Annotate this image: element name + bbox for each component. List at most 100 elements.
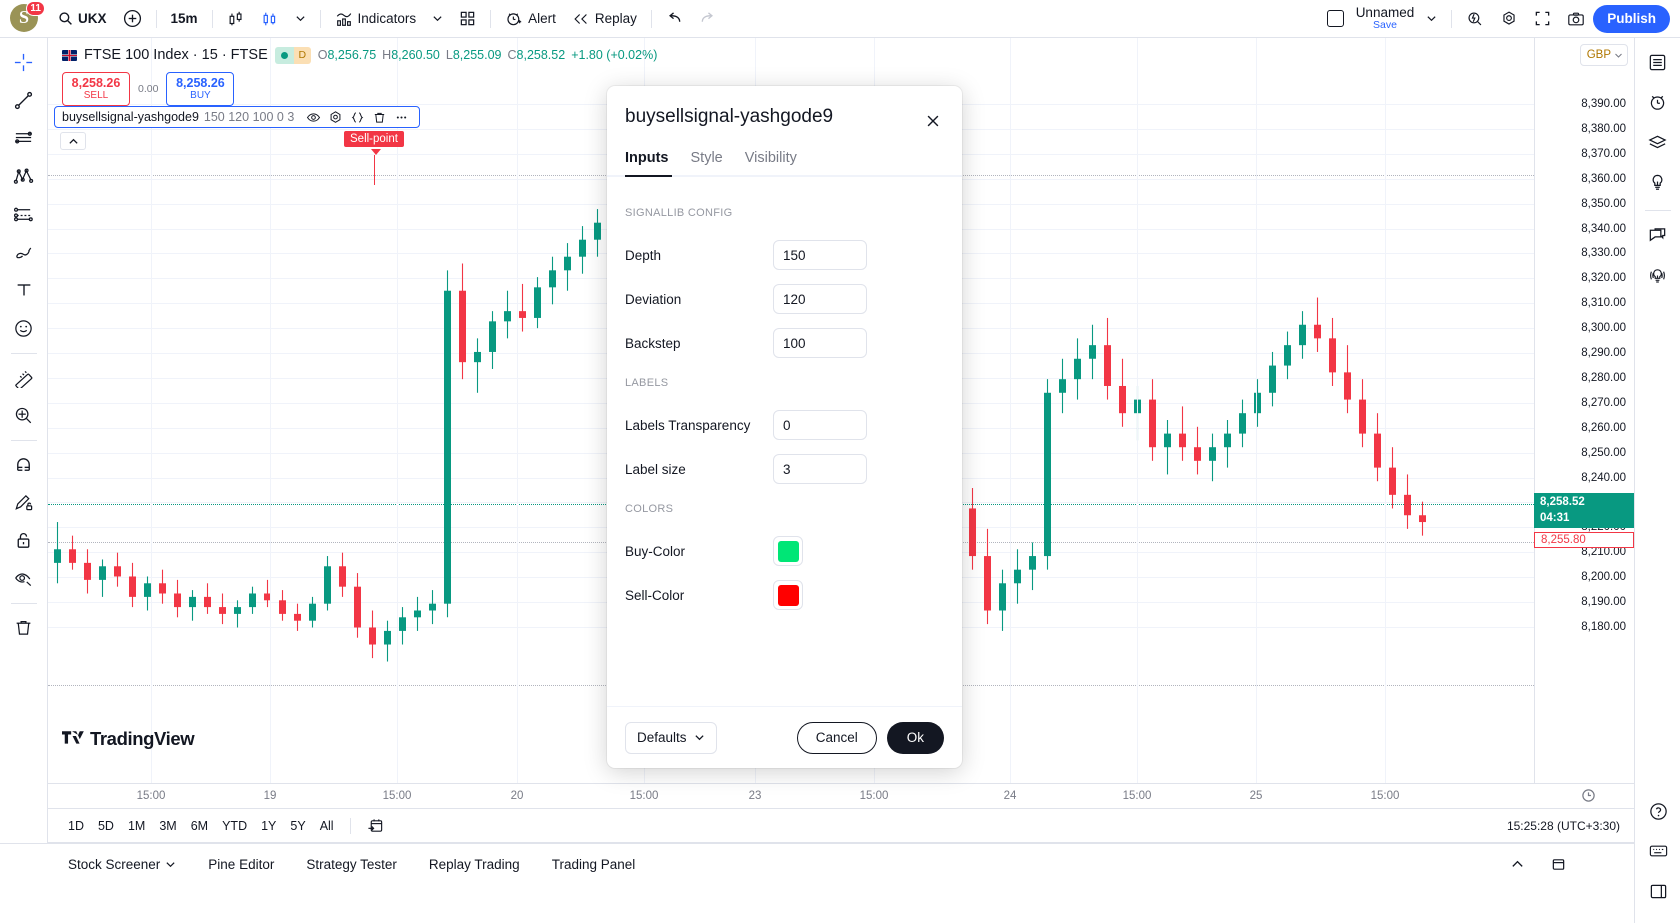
indicators-button[interactable]: Indicators: [327, 5, 425, 33]
sell-color-swatch-button[interactable]: [773, 580, 803, 610]
range-button-all[interactable]: All: [314, 816, 340, 836]
chart-type-button[interactable]: [219, 5, 253, 33]
left-tool-patterns[interactable]: [6, 158, 42, 194]
left-tool-magnet[interactable]: [6, 446, 42, 482]
ok-button[interactable]: Ok: [886, 721, 944, 754]
expand-panel-button[interactable]: [1640, 873, 1676, 909]
indicators-dropdown[interactable]: [424, 5, 451, 33]
bottom-tab-trading-panel[interactable]: Trading Panel: [542, 852, 646, 877]
buy-color-swatch-button[interactable]: [773, 536, 803, 566]
left-tool-trend-line[interactable]: [6, 82, 42, 118]
maximize-panel-icon: [1551, 857, 1566, 872]
bottom-tab-pine-editor[interactable]: Pine Editor: [198, 852, 284, 877]
range-button-5y[interactable]: 5Y: [284, 816, 311, 836]
currency-selector[interactable]: GBP: [1579, 44, 1628, 66]
sidebar-item-data-window[interactable]: [1640, 124, 1676, 160]
range-button-6m[interactable]: 6M: [185, 816, 214, 836]
close-button[interactable]: [920, 108, 946, 134]
eye-visibility-icon[interactable]: [302, 107, 324, 127]
cancel-button[interactable]: Cancel: [796, 721, 877, 754]
source-code-braces-icon[interactable]: [346, 107, 368, 127]
buy-button[interactable]: 8,258.26 BUY: [166, 72, 235, 106]
settings-target-icon[interactable]: [324, 107, 346, 127]
left-tool-drawing-mode[interactable]: [6, 484, 42, 520]
left-tool-text[interactable]: [6, 272, 42, 308]
price-scale[interactable]: GBP 8,390.00 8,380.00 8,370.00 8,360.00 8,35…: [1534, 38, 1634, 783]
left-tool-cursor[interactable]: [6, 44, 42, 80]
range-button-1y[interactable]: 1Y: [255, 816, 282, 836]
tab-style[interactable]: Style: [691, 150, 723, 175]
divider: [490, 9, 492, 28]
dialog-body: SIGNALLIB CONFIG Depth Deviation Backstep LA…: [607, 177, 962, 706]
left-tool-hide-drawings[interactable]: [6, 560, 42, 596]
symbol-search[interactable]: UKX: [50, 5, 115, 33]
go-to-date-button[interactable]: [361, 814, 390, 837]
label-size-input[interactable]: [773, 454, 867, 484]
indicator-templates-button[interactable]: [451, 5, 484, 33]
chart-name-save[interactable]: Unnamed Save: [1352, 5, 1419, 31]
timeframe-selector[interactable]: 15m: [163, 5, 206, 33]
left-tool-fibonacci[interactable]: [6, 120, 42, 156]
left-tool-remove-drawings[interactable]: [6, 609, 42, 645]
range-button-5d[interactable]: 5D: [92, 816, 120, 836]
left-tool-stickers[interactable]: [6, 310, 42, 346]
chart-type-dropdown[interactable]: [287, 5, 314, 33]
layout-button[interactable]: [1319, 5, 1352, 33]
depth-input[interactable]: [773, 240, 867, 270]
left-tool-measure[interactable]: [6, 359, 42, 395]
fullscreen-button[interactable]: [1526, 5, 1559, 33]
sidebar-item-help[interactable]: [1640, 793, 1676, 829]
bottom-tab-strategy-tester[interactable]: Strategy Tester: [296, 852, 407, 877]
left-tool-prediction[interactable]: [6, 196, 42, 232]
range-button-3m[interactable]: 3M: [153, 816, 182, 836]
sidebar-item-keyboard-shortcuts[interactable]: [1640, 833, 1676, 869]
tab-visibility[interactable]: Visibility: [745, 150, 797, 175]
sidebar-item-alerts[interactable]: [1640, 84, 1676, 120]
timezone-clock-icon[interactable]: [1581, 788, 1596, 803]
backstep-input[interactable]: [773, 328, 867, 358]
price-tick: 8,350.00: [1581, 197, 1626, 210]
bottom-panel-maximize[interactable]: [1541, 852, 1576, 877]
indicator-legend[interactable]: buysellsignal-yashgode9 150 120 100 0 3: [54, 106, 421, 128]
sell-button[interactable]: 8,258.26 SELL: [62, 72, 130, 106]
layout-menu-dropdown[interactable]: [1418, 5, 1445, 33]
snapshot-button[interactable]: [1559, 5, 1593, 33]
sidebar-item-public-chats[interactable]: [1640, 217, 1676, 253]
range-button-1d[interactable]: 1D: [62, 816, 90, 836]
brush-icon: [13, 242, 34, 263]
publish-button[interactable]: Publish: [1593, 4, 1670, 33]
left-tool-zoom-in[interactable]: [6, 397, 42, 433]
delete-trash-icon[interactable]: [368, 107, 390, 127]
bottom-panel-collapse[interactable]: [1500, 852, 1535, 877]
time-scale[interactable]: 15:00 19 15:00 20 15:00 23 15:00 24 15:00 25 15:00: [48, 783, 1634, 809]
chart-settings-button[interactable]: [1492, 5, 1526, 33]
redo-button[interactable]: [691, 5, 724, 33]
sidebar-item-ideas[interactable]: [1640, 257, 1676, 293]
data-window-layers-icon: [1647, 132, 1668, 153]
range-button-1m[interactable]: 1M: [122, 816, 151, 836]
quick-search-button[interactable]: [1458, 5, 1492, 33]
deviation-input[interactable]: [773, 284, 867, 314]
labels-transparency-input[interactable]: [773, 410, 867, 440]
collapse-pane-button[interactable]: [60, 132, 86, 150]
bottom-tab-stock-screener[interactable]: Stock Screener: [58, 852, 186, 877]
legend-symbol-row[interactable]: FTSE 100 Index · 15 · FTSE D O8,256.75 H…: [56, 44, 663, 66]
replay-button[interactable]: Replay: [564, 5, 645, 33]
add-symbol-button[interactable]: [115, 5, 150, 33]
tab-inputs[interactable]: Inputs: [625, 150, 669, 175]
sidebar-item-hotlists[interactable]: [1640, 164, 1676, 200]
alert-button[interactable]: Alert: [497, 5, 564, 33]
defaults-button[interactable]: Defaults: [625, 721, 717, 754]
clock-time[interactable]: 15:25:28 (UTC+3:30): [1507, 819, 1620, 833]
more-options-icon[interactable]: [390, 107, 412, 127]
left-tool-lock-drawings[interactable]: [6, 522, 42, 558]
bottom-panel-tabs: Stock Screener Pine Editor Strategy Tester…: [0, 843, 1634, 885]
alarm-clock-plus-icon: [505, 10, 523, 28]
left-tool-brush[interactable]: [6, 234, 42, 270]
sidebar-item-watchlist[interactable]: [1640, 44, 1676, 80]
range-button-ytd[interactable]: YTD: [216, 816, 253, 836]
bottom-tab-replay-trading[interactable]: Replay Trading: [419, 852, 530, 877]
user-avatar[interactable]: S 11: [10, 0, 45, 34]
bar-series-button[interactable]: [253, 5, 287, 33]
undo-button[interactable]: [658, 5, 691, 33]
